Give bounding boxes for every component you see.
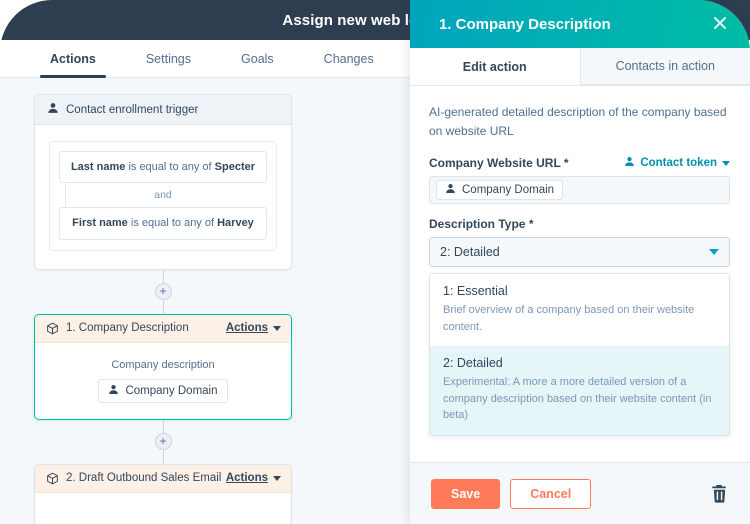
- trigger-card-body: Last name is equal to any of Specter and…: [35, 125, 291, 269]
- edit-action-panel: 1. Company Description Edit action Conta…: [410, 0, 750, 524]
- website-url-token-label: Company Domain: [462, 184, 555, 197]
- action-description: AI-generated detailed description of the…: [429, 105, 727, 138]
- description-type-label: Description Type *: [429, 217, 533, 231]
- step-actions-label: Actions: [225, 472, 268, 485]
- filter-joiner: and: [59, 183, 267, 208]
- website-url-input[interactable]: Company Domain: [429, 176, 730, 205]
- cube-icon: [46, 472, 59, 485]
- step-card-header: 1. Company Description Actions: [35, 314, 291, 343]
- filter-property: Last name: [70, 161, 126, 173]
- step-body-label: Company description: [111, 358, 215, 371]
- option-subtitle: Brief overview of a company based on the…: [443, 304, 695, 333]
- website-url-label: Company Website URL *: [429, 156, 569, 170]
- chevron-down-icon[interactable]: [273, 325, 281, 331]
- workflow-step-draft-outbound-sales-email[interactable]: 2. Draft Outbound Sales Email Actions: [34, 463, 292, 524]
- filter-row[interactable]: First name is equal to any of Harvey: [59, 207, 267, 240]
- option-detailed[interactable]: 2: Detailed Experimental: A more a more …: [430, 346, 729, 435]
- tab-goals[interactable]: Goals: [227, 40, 288, 77]
- cube-icon: [46, 322, 59, 335]
- contact-icon: [445, 183, 456, 197]
- step-actions-menu[interactable]: Actions: [226, 322, 268, 334]
- step-token-label: Company Domain: [125, 384, 218, 397]
- chevron-down-icon: [722, 160, 730, 166]
- tab-changes-label: Changes: [323, 51, 374, 66]
- save-button[interactable]: Save: [431, 478, 501, 509]
- contact-icon: [47, 102, 59, 117]
- description-type-label-text: Description Type: [429, 217, 526, 232]
- website-url-token-chip[interactable]: Company Domain: [436, 180, 564, 201]
- trigger-card-title: Contact enrollment trigger: [66, 103, 199, 116]
- website-url-label-text: Company Website URL: [429, 156, 561, 171]
- enrollment-trigger-card[interactable]: Contact enrollment trigger Last name is …: [34, 94, 292, 270]
- option-title: 1: Essential: [443, 284, 508, 299]
- website-url-label-row: Company Website URL * Contact token: [429, 156, 730, 170]
- tab-edit-action[interactable]: Edit action: [410, 48, 580, 85]
- tab-actions-label: Actions: [50, 51, 96, 66]
- required-marker: *: [528, 217, 534, 232]
- cancel-button[interactable]: Cancel: [510, 478, 592, 509]
- panel-header: 1. Company Description: [410, 0, 750, 48]
- tab-edit-action-label: Edit action: [462, 59, 527, 74]
- description-type-select[interactable]: 2: Detailed: [429, 237, 730, 268]
- step-card-header: 2. Draft Outbound Sales Email Actions: [35, 464, 291, 493]
- filter-operator: is equal to any of: [130, 217, 215, 230]
- contact-token-label: Contact token: [640, 157, 717, 170]
- trash-icon[interactable]: [711, 484, 728, 503]
- panel-body: AI-generated detailed description of the…: [410, 86, 750, 462]
- step-card-body: Company description Company Domain: [35, 343, 291, 419]
- workflow-step-company-description[interactable]: 1. Company Description Actions Company d…: [34, 313, 292, 420]
- required-marker: *: [563, 156, 569, 171]
- panel-title: 1. Company Description: [439, 15, 611, 33]
- tab-goals-label: Goals: [241, 51, 274, 66]
- filter-group: Last name is equal to any of Specter and…: [49, 141, 277, 251]
- description-type-options-list[interactable]: 1: Essential Brief overview of a company…: [429, 273, 730, 436]
- contact-icon: [624, 156, 635, 170]
- contact-token-dropdown[interactable]: Contact token: [624, 156, 730, 170]
- panel-footer: Save Cancel: [410, 462, 750, 524]
- contact-icon: [108, 384, 119, 398]
- filter-property: First name: [72, 217, 128, 230]
- tab-contacts-in-action-label: Contacts in action: [615, 59, 715, 73]
- step-card-title: 2. Draft Outbound Sales Email: [66, 472, 222, 485]
- add-step-button[interactable]: +: [154, 433, 172, 451]
- screenshot-root: Assign new web leads Actions Settings Go…: [0, 0, 750, 524]
- step-actions-menu[interactable]: Actions: [226, 472, 268, 484]
- connector: +: [34, 269, 292, 314]
- tab-changes[interactable]: Changes: [310, 40, 388, 77]
- tab-settings-label: Settings: [145, 51, 192, 66]
- trigger-card-header: Contact enrollment trigger: [35, 95, 291, 125]
- option-subtitle: Experimental: A more a more detailed ver…: [443, 376, 712, 422]
- connector: +: [34, 419, 292, 464]
- description-type-label-row: Description Type *: [429, 217, 730, 231]
- filter-value: Specter: [214, 161, 256, 173]
- workflow-flow: Contact enrollment trigger Last name is …: [34, 94, 292, 524]
- filter-operator: is equal to any of: [128, 161, 212, 173]
- chevron-down-icon: [709, 249, 719, 256]
- option-title: 2: Detailed: [443, 356, 503, 371]
- step-card-body: [35, 493, 291, 524]
- step-actions-label: Actions: [225, 322, 268, 335]
- tab-settings[interactable]: Settings: [132, 40, 205, 77]
- close-icon[interactable]: [710, 13, 730, 33]
- add-step-button[interactable]: +: [154, 283, 172, 301]
- description-type-selected-value: 2: Detailed: [440, 245, 500, 260]
- step-token-chip[interactable]: Company Domain: [98, 378, 228, 403]
- chevron-down-icon[interactable]: [273, 475, 281, 481]
- option-essential[interactable]: 1: Essential Brief overview of a company…: [430, 274, 729, 346]
- step-card-title: 1. Company Description: [66, 322, 189, 335]
- tab-actions[interactable]: Actions: [36, 40, 110, 78]
- filter-value: Harvey: [217, 217, 254, 230]
- tab-contacts-in-action[interactable]: Contacts in action: [579, 48, 750, 85]
- filter-row[interactable]: Last name is equal to any of Specter: [59, 151, 267, 184]
- panel-tabbar: Edit action Contacts in action: [410, 48, 750, 86]
